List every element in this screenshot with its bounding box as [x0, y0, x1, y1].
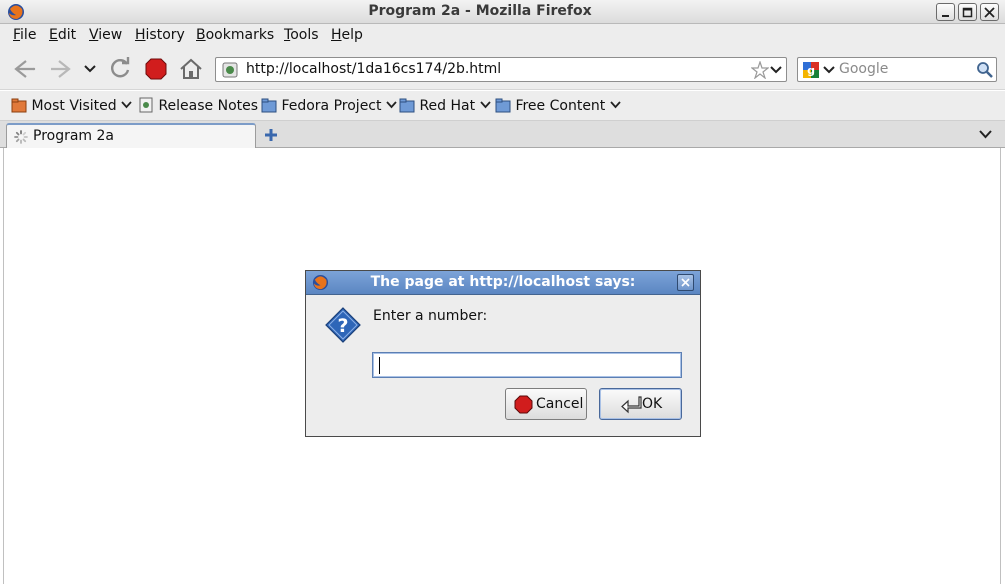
forward-button[interactable] — [47, 55, 75, 83]
engine-dropdown-chevron-icon[interactable] — [823, 66, 835, 75]
minimize-button[interactable] — [936, 3, 955, 21]
svg-text:?: ? — [337, 315, 348, 337]
close-icon — [984, 7, 995, 18]
prompt-dialog: The page at http://localhost says: ? Ent… — [305, 270, 701, 437]
question-icon: ? — [325, 307, 361, 343]
search-bar[interactable]: g Google — [797, 57, 997, 82]
tab-label: Program 2a — [33, 128, 115, 144]
dialog-title: The page at http://localhost says: — [370, 274, 636, 290]
menu-view[interactable]: View — [89, 27, 122, 43]
close-icon — [681, 278, 690, 287]
text-cursor — [379, 357, 380, 374]
url-text[interactable]: http://localhost/1da16cs174/2b.html — [246, 61, 501, 77]
minimize-icon — [942, 15, 949, 17]
menu-history[interactable]: History — [135, 27, 185, 43]
dialog-message: Enter a number: — [373, 308, 488, 324]
site-identity-icon[interactable] — [222, 62, 238, 78]
chevron-down-icon — [386, 101, 397, 109]
ok-button[interactable]: OK — [599, 388, 682, 420]
search-input-placeholder[interactable]: Google — [839, 61, 888, 77]
dialog-close-button[interactable] — [677, 274, 694, 291]
menu-bookmarks[interactable]: Bookmarks — [196, 27, 274, 43]
loading-spinner-icon — [14, 130, 28, 144]
stop-icon — [514, 395, 533, 414]
menu-bar: File Edit View History Bookmarks Tools H… — [0, 24, 1005, 48]
window-title: Program 2a - Mozilla Firefox — [368, 3, 592, 19]
cancel-label: Cancel — [536, 396, 584, 412]
bookmark-label: Most Visited — [31, 98, 117, 114]
reload-button[interactable] — [106, 55, 134, 83]
page-icon — [139, 97, 153, 113]
history-dropdown-chevron-icon[interactable] — [83, 64, 97, 74]
menu-help[interactable]: Help — [331, 27, 363, 43]
bookmark-free-content[interactable]: Free Content — [495, 97, 621, 114]
chevron-down-icon — [610, 101, 621, 109]
folder-icon — [261, 98, 277, 113]
bookmarks-toolbar: Most Visited Release Notes Fedora Projec… — [0, 91, 1005, 121]
url-dropdown-chevron-icon[interactable] — [770, 66, 782, 75]
bookmark-star-icon[interactable] — [751, 61, 769, 79]
chevron-down-icon — [121, 101, 132, 109]
list-all-tabs-chevron-icon[interactable] — [979, 130, 992, 139]
bookmark-label: Release Notes — [158, 98, 259, 114]
menu-edit[interactable]: Edit — [49, 27, 76, 43]
bookmark-most-visited[interactable]: Most Visited — [11, 97, 132, 114]
bookmark-red-hat[interactable]: Red Hat — [399, 97, 491, 114]
navigation-toolbar: http://localhost/1da16cs174/2b.html g Go… — [0, 48, 1005, 90]
dialog-titlebar: The page at http://localhost says: — [306, 271, 700, 295]
tab-program-2a[interactable]: Program 2a — [6, 123, 256, 149]
menu-file[interactable]: File — [13, 27, 36, 43]
back-button[interactable] — [10, 55, 38, 83]
enter-key-icon — [621, 396, 642, 414]
stop-button[interactable] — [142, 55, 170, 83]
new-tab-plus-icon[interactable] — [264, 128, 278, 142]
menu-tools[interactable]: Tools — [284, 27, 319, 43]
svg-text:g: g — [807, 64, 815, 77]
home-button[interactable] — [177, 55, 205, 83]
google-engine-icon[interactable]: g — [802, 61, 822, 79]
search-icon[interactable] — [976, 61, 994, 79]
bookmark-label: Fedora Project — [281, 98, 382, 114]
maximize-icon — [962, 7, 973, 18]
close-window-button[interactable] — [980, 3, 999, 21]
bookmark-release-notes[interactable]: Release Notes — [138, 97, 258, 114]
chevron-down-icon — [479, 101, 491, 109]
bookmark-fedora-project[interactable]: Fedora Project — [261, 97, 397, 114]
url-bar[interactable]: http://localhost/1da16cs174/2b.html — [215, 57, 787, 82]
folder-icon — [399, 98, 415, 113]
folder-icon — [495, 98, 511, 113]
window-titlebar: Program 2a - Mozilla Firefox — [0, 0, 1005, 24]
ok-label: OK — [642, 396, 663, 412]
bookmark-label: Red Hat — [419, 98, 476, 114]
bookmark-label: Free Content — [515, 98, 606, 114]
tab-bar: Program 2a — [0, 121, 1005, 149]
maximize-button[interactable] — [958, 3, 977, 21]
most-visited-folder-icon — [11, 98, 27, 113]
cancel-button[interactable]: Cancel — [505, 388, 587, 420]
number-input[interactable] — [372, 352, 682, 378]
